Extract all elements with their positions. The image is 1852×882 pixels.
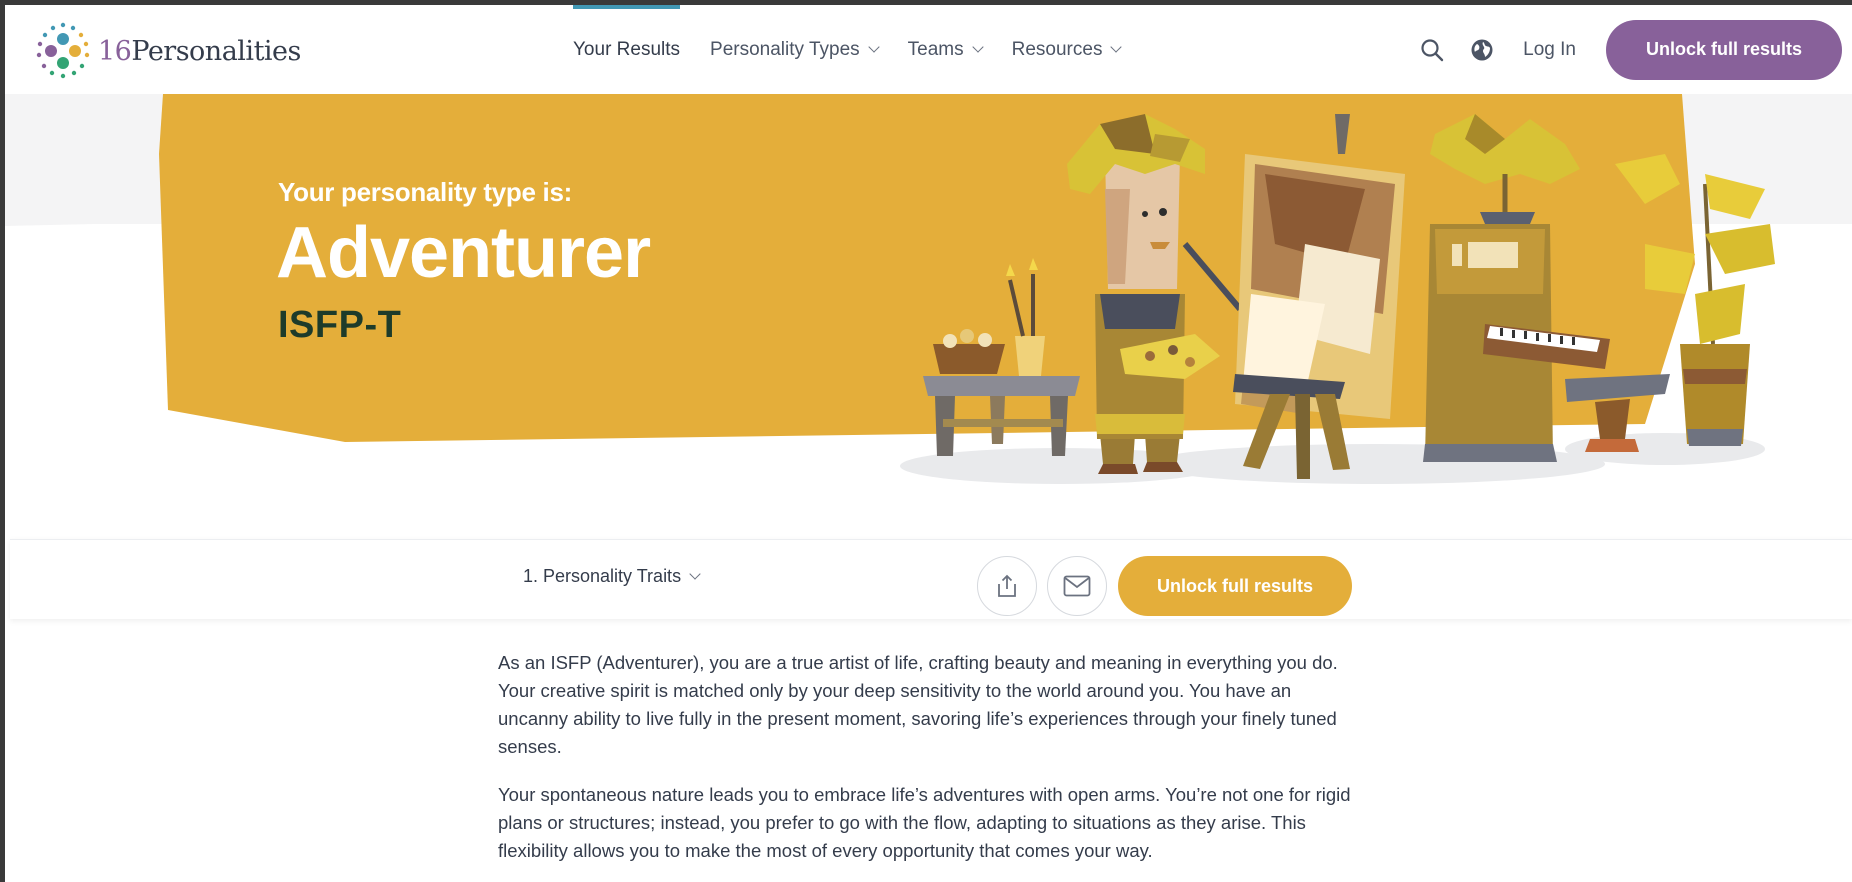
personality-type-name: Adventurer bbox=[276, 213, 651, 293]
login-link[interactable]: Log In bbox=[1523, 39, 1576, 61]
paragraph: Your spontaneous nature leads you to emb… bbox=[498, 784, 1351, 861]
site-logo[interactable]: 16Personalities bbox=[34, 21, 301, 81]
chevron-down-icon bbox=[1110, 41, 1123, 53]
email-icon bbox=[1063, 575, 1091, 597]
section-dropdown[interactable]: 1. Personality Traits bbox=[523, 566, 701, 587]
search-button[interactable] bbox=[1417, 35, 1447, 65]
unlock-full-results-toolbar-button[interactable]: Unlock full results bbox=[1118, 556, 1352, 616]
paragraph: As an ISFP (Adventurer), you are a true … bbox=[498, 652, 1338, 757]
share-button[interactable] bbox=[977, 556, 1037, 616]
nav-teams[interactable]: Teams bbox=[907, 5, 984, 94]
browser-viewport: 16Personalities Your Results Personality… bbox=[5, 5, 1852, 882]
main-nav: Your Results Personality Types Teams Res… bbox=[573, 5, 1150, 94]
logo-wordmark: 16Personalities bbox=[98, 36, 301, 67]
article-body: As an ISFP (Adventurer), you are a true … bbox=[498, 649, 1358, 882]
header-actions: Log In Unlock full results bbox=[1417, 5, 1852, 94]
hero-banner: Your personality type is: Adventurer ISF… bbox=[5, 94, 1852, 539]
personality-type-code: ISFP-T bbox=[278, 304, 402, 346]
search-icon bbox=[1421, 38, 1444, 61]
email-button[interactable] bbox=[1047, 556, 1107, 616]
language-button[interactable] bbox=[1467, 35, 1497, 65]
logo-number: 16 bbox=[98, 35, 132, 67]
logo-mark-icon bbox=[36, 22, 90, 79]
section-dropdown-label: 1. Personality Traits bbox=[523, 566, 682, 586]
nav-resources[interactable]: Resources bbox=[1011, 5, 1123, 94]
hero-subtitle: Your personality type is: bbox=[278, 177, 572, 207]
chevron-down-icon bbox=[971, 41, 984, 53]
logo-word: Personalities bbox=[131, 35, 301, 67]
nav-your-results[interactable]: Your Results bbox=[573, 5, 681, 94]
share-icon bbox=[998, 574, 1016, 597]
unlock-full-results-button[interactable]: Unlock full results bbox=[1606, 19, 1842, 80]
nav-label: Teams bbox=[907, 38, 964, 60]
globe-icon bbox=[1471, 39, 1493, 60]
nav-personality-types[interactable]: Personality Types bbox=[710, 5, 880, 94]
nav-label: Personality Types bbox=[710, 38, 860, 60]
nav-label: Your Results bbox=[573, 38, 681, 60]
nav-label: Resources bbox=[1011, 38, 1103, 60]
results-toolbar: 1. Personality Traits Unlock full result… bbox=[10, 539, 1852, 619]
site-header: 16Personalities Your Results Personality… bbox=[5, 5, 1852, 94]
chevron-down-icon bbox=[689, 568, 701, 580]
chevron-down-icon bbox=[867, 41, 880, 53]
